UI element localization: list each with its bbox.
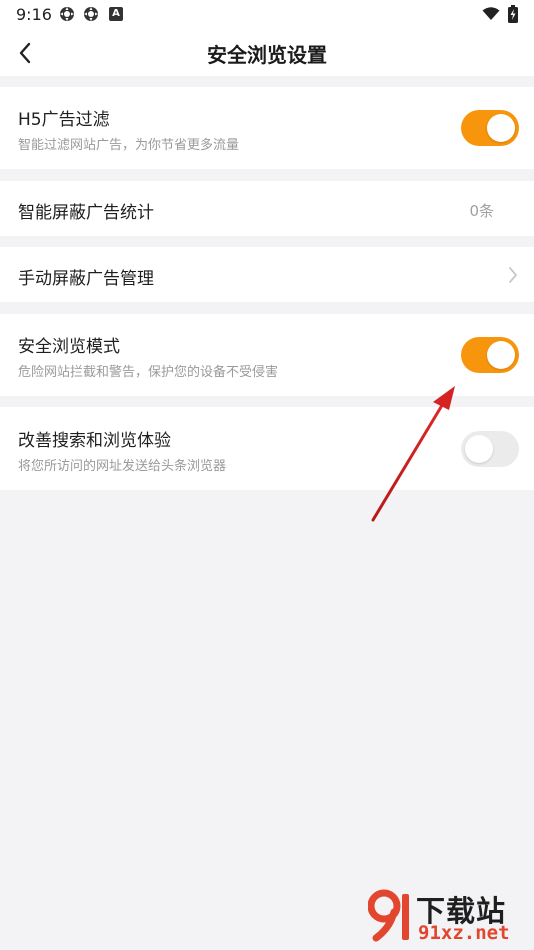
setting-smart-block-stats[interactable]: 智能屏蔽广告统计 0条 (0, 181, 534, 236)
toggle-knob (465, 435, 493, 463)
setting-title: 智能屏蔽广告统计 (18, 203, 154, 223)
setting-manual-block[interactable]: 手动屏蔽广告管理 (0, 247, 534, 302)
setting-title: 安全浏览模式 (18, 337, 120, 357)
toggle-knob (487, 341, 515, 369)
a-app-icon: A (109, 7, 123, 21)
setting-subtitle: 危险网站拦截和警告，保护您的设备不受侵害 (18, 365, 279, 380)
app-header: 安全浏览设置 (0, 28, 534, 76)
status-time: 9:16 (16, 5, 52, 24)
setting-title: 手动屏蔽广告管理 (18, 269, 154, 289)
setting-h5-ad-filter: H5广告过滤 智能过滤网站广告，为你节省更多流量 (0, 87, 534, 169)
setting-safe-browsing: 安全浏览模式 危险网站拦截和警告，保护您的设备不受侵害 (0, 314, 534, 396)
chevron-right-icon (509, 267, 517, 283)
toggle-knob (487, 114, 515, 142)
setting-improve-search: 改善搜索和浏览体验 将您所访问的网址发送给头条浏览器 (0, 407, 534, 490)
safe-browsing-toggle[interactable] (461, 337, 519, 373)
settings-gear-icon (84, 7, 98, 21)
setting-title: 改善搜索和浏览体验 (18, 431, 171, 451)
status-right-icons (482, 5, 518, 23)
setting-subtitle: 智能过滤网站广告，为你节省更多流量 (18, 138, 240, 153)
watermark: 下载站 91xz.net (368, 888, 528, 946)
settings-gear-icon (60, 7, 74, 21)
block-count-value: 0条 (469, 202, 494, 220)
battery-charging-icon (508, 5, 518, 23)
watermark-url: 91xz.net (418, 922, 510, 944)
wifi-icon (482, 7, 500, 20)
improve-search-toggle[interactable] (461, 431, 519, 467)
setting-subtitle: 将您所访问的网址发送给头条浏览器 (18, 459, 227, 474)
page-title: 安全浏览设置 (207, 43, 327, 67)
site-logo-icon (368, 889, 409, 942)
h5-ad-filter-toggle[interactable] (461, 110, 519, 146)
status-bar: 9:16 A (0, 0, 534, 28)
setting-title: H5广告过滤 (18, 110, 110, 130)
